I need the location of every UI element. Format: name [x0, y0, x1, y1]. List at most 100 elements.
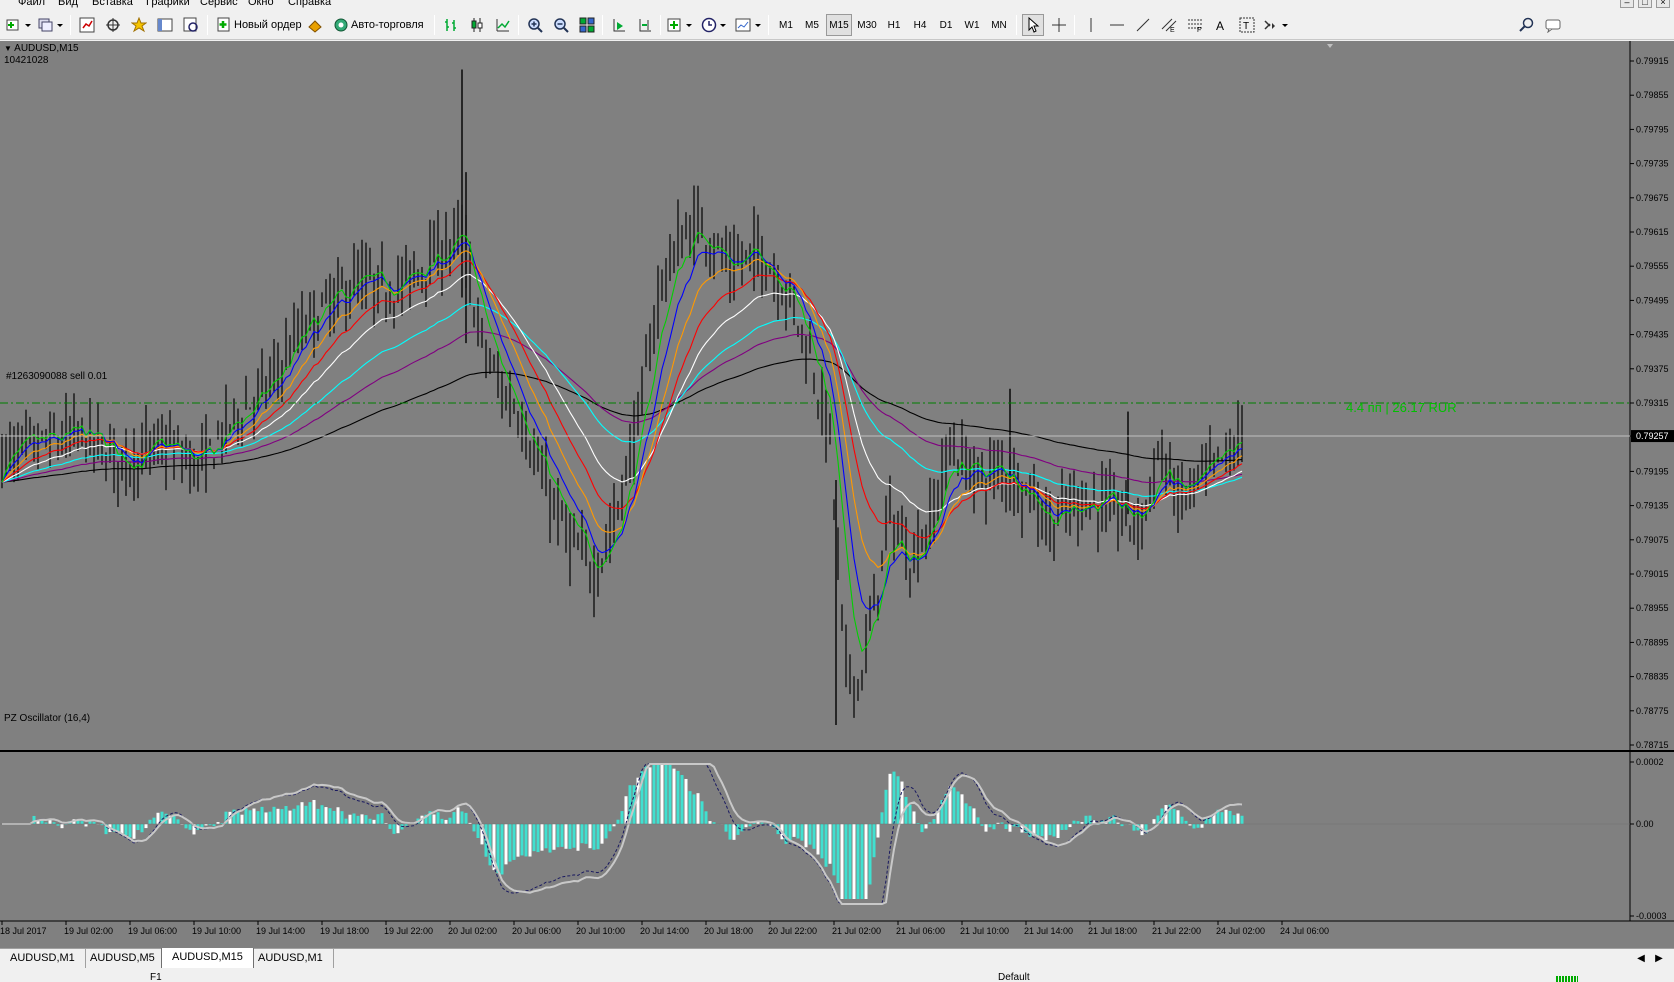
oscillator-bar [1088, 815, 1092, 824]
oscillator-bar [360, 814, 364, 824]
profiles-icon[interactable] [36, 14, 66, 36]
new-order-button[interactable]: Новый ордер [213, 14, 305, 36]
crosshair-icon[interactable] [1048, 14, 1070, 36]
svg-text:F: F [1197, 27, 1201, 33]
oscillator-bar [892, 771, 896, 824]
fibonacci-icon[interactable]: F [1184, 14, 1206, 36]
price-tick-label: 0.78775 [1636, 706, 1669, 716]
search-icon[interactable] [1516, 14, 1538, 36]
timeframe-mn-button[interactable]: MN [986, 14, 1012, 36]
menu-help[interactable]: Справка [288, 0, 331, 8]
notifications-icon[interactable] [1542, 14, 1564, 36]
menu-charts[interactable]: Графики [146, 0, 190, 8]
menu-tools[interactable]: Сервис [200, 0, 238, 8]
price-tick-label: 0.79195 [1636, 466, 1669, 476]
equidistant-channel-icon[interactable]: E [1158, 14, 1180, 36]
tile-windows-icon[interactable] [576, 14, 598, 36]
zoom-in-icon[interactable] [524, 14, 546, 36]
order-label[interactable]: #1263090088 sell 0.01 [6, 371, 107, 382]
arrows-icon[interactable] [1262, 14, 1292, 36]
oscillator-bar [788, 824, 792, 841]
vertical-line-icon[interactable] [1080, 14, 1102, 36]
chart-shift-icon[interactable] [634, 14, 656, 36]
time-tick-label: 21 Jul 18:00 [1088, 926, 1137, 936]
oscillator-bar [444, 819, 448, 824]
tab-audusd-m15[interactable]: AUDUSD,M15 [161, 948, 254, 969]
oscillator-bar [1180, 816, 1184, 824]
text-label-icon[interactable]: T [1236, 14, 1258, 36]
oscillator-bar [748, 824, 752, 827]
price-chart[interactable]: 0.79915 0.79855 0.79795 0.79735 0.79675 0.796… [0, 41, 1674, 948]
oscillator-bar [436, 812, 440, 824]
menu-view[interactable]: Вид [58, 0, 78, 8]
timeframe-m1-button[interactable]: M1 [774, 14, 798, 36]
oscillator-bar [896, 776, 900, 824]
market-watch-icon[interactable] [76, 14, 98, 36]
oscillator-bar [40, 820, 44, 824]
text-icon[interactable]: A [1210, 14, 1232, 36]
oscillator-bar [528, 824, 532, 857]
oscillator-bar [336, 807, 340, 824]
timeframe-m30-label: M30 [857, 19, 877, 31]
chart-window[interactable]: 0.79915 0.79855 0.79795 0.79735 0.79675 0.796… [0, 41, 1674, 948]
collapse-arrow-icon[interactable]: ▼ [4, 44, 12, 53]
close-icon[interactable]: × [1656, 0, 1670, 8]
oscillator-bar [236, 812, 240, 824]
oscillator-bar [532, 824, 536, 852]
oscillator-bar [348, 814, 352, 824]
timeframe-m5-button[interactable]: M5 [800, 14, 824, 36]
autotrading-button[interactable]: Авто-торговля [330, 14, 427, 36]
bar-chart-icon[interactable] [440, 14, 462, 36]
oscillator-bar [152, 817, 156, 824]
tab-audusd-m5[interactable]: AUDUSD,M5 [80, 949, 166, 968]
timeframe-h1-button[interactable]: H1 [882, 14, 906, 36]
trend-line-icon[interactable] [1132, 14, 1154, 36]
metaeditor-icon[interactable] [304, 14, 326, 36]
timeframe-w1-button[interactable]: W1 [960, 14, 984, 36]
menu-file[interactable]: Файл [18, 0, 45, 8]
toolbar-separator [1074, 15, 1075, 35]
menu-window[interactable]: Окно [248, 0, 274, 8]
tab-audusd-m1-second[interactable]: AUDUSD,M1 [248, 949, 334, 968]
oscillator-bar [560, 824, 564, 847]
cursor-icon[interactable] [1022, 14, 1044, 36]
minimize-icon[interactable]: – [1620, 0, 1634, 8]
timeframe-d1-button[interactable]: D1 [934, 14, 958, 36]
oscillator-bar [452, 812, 456, 824]
oscillator-bar [1176, 810, 1180, 824]
zoom-out-icon[interactable] [550, 14, 572, 36]
timeframe-m15-button[interactable]: M15 [826, 14, 852, 36]
terminal-icon[interactable] [154, 14, 176, 36]
svg-text:T: T [1243, 21, 1249, 32]
templates-icon[interactable] [734, 14, 764, 36]
horizontal-line-icon[interactable] [1106, 14, 1128, 36]
data-window-icon[interactable] [102, 14, 124, 36]
oscillator-bar [272, 806, 276, 824]
toolbar-separator [602, 15, 603, 35]
restore-icon[interactable]: □ [1638, 0, 1652, 8]
oscillator-bar [440, 818, 444, 824]
navigator-icon[interactable] [128, 14, 150, 36]
oscillator-bar [504, 824, 508, 865]
line-chart-icon[interactable] [492, 14, 514, 36]
new-chart-icon[interactable] [4, 14, 34, 36]
oscillator-bar [1196, 824, 1200, 828]
oscillator-bar [1040, 824, 1044, 837]
timeframe-h4-button[interactable]: H4 [908, 14, 932, 36]
tab-audusd-m1[interactable]: AUDUSD,M1 [0, 949, 86, 968]
time-tick-label: 21 Jul 06:00 [896, 926, 945, 936]
oscillator-bar [920, 824, 924, 833]
periods-icon[interactable] [700, 14, 730, 36]
strategy-tester-icon[interactable] [180, 14, 202, 36]
menu-insert[interactable]: Вставка [92, 0, 133, 8]
price-tick-label: 0.79135 [1636, 501, 1669, 511]
oscillator-bar [80, 821, 84, 824]
oscillator-bar [660, 764, 664, 824]
tabs-scroll-left-icon[interactable]: ◀ [1634, 949, 1648, 967]
auto-scroll-icon[interactable] [608, 14, 630, 36]
candlestick-chart-icon[interactable] [466, 14, 488, 36]
indicators-icon[interactable] [666, 14, 696, 36]
oscillator-bar [1056, 824, 1060, 838]
tabs-scroll-right-icon[interactable]: ▶ [1652, 949, 1666, 967]
timeframe-m30-button[interactable]: M30 [854, 14, 880, 36]
